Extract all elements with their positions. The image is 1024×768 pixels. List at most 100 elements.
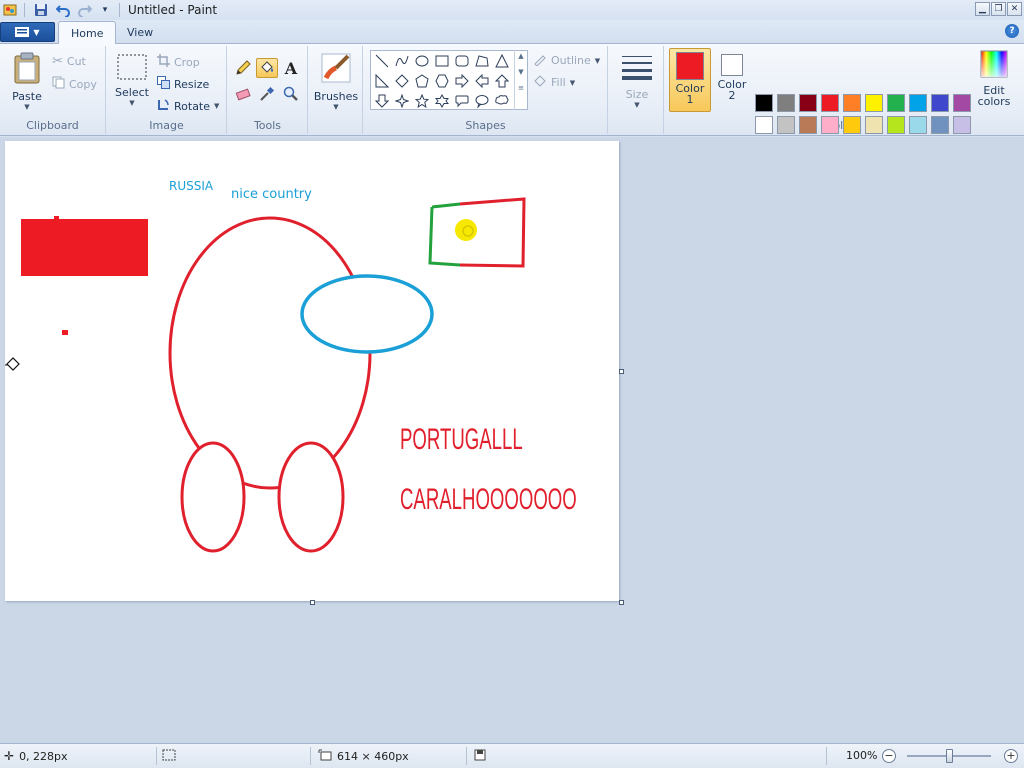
tab-home[interactable]: Home <box>58 21 117 44</box>
polygon-shape-icon[interactable] <box>473 52 491 70</box>
pentagon-shape-icon[interactable] <box>413 72 431 90</box>
palette-color-swatch[interactable] <box>865 116 883 134</box>
palette-color-swatch[interactable] <box>755 94 773 112</box>
close-icon[interactable]: ✕ <box>1007 2 1022 16</box>
paint-app-icon[interactable] <box>2 2 18 18</box>
color1-button[interactable]: Color 1 <box>669 48 711 112</box>
title-bar: ▾ Untitled - Paint ▁ ❐ ✕ <box>0 0 1024 20</box>
select-label: Select <box>115 86 149 99</box>
ribbon-tab-row: ▼ Home View ? <box>0 20 1024 44</box>
palette-color-swatch[interactable] <box>887 116 905 134</box>
resize-button[interactable]: Resize <box>157 76 209 92</box>
chevron-down-icon: ▼ <box>594 56 601 65</box>
palette-color-swatch[interactable] <box>931 116 949 134</box>
five-point-star-shape-icon[interactable] <box>413 92 431 110</box>
pencil-icon[interactable] <box>232 58 254 78</box>
brushes-button[interactable]: Brushes ▼ <box>313 52 359 111</box>
rectangle-shape-icon[interactable] <box>433 52 451 70</box>
palette-color-swatch[interactable] <box>865 94 883 112</box>
zoom-out-icon[interactable]: − <box>882 749 896 763</box>
expand-gallery-icon[interactable]: ≡ <box>515 84 527 92</box>
paint-menu-button[interactable]: ▼ <box>0 22 55 42</box>
canvas-size-status: 614 × 460px <box>318 749 409 764</box>
color2-button[interactable]: Color 2 <box>711 48 753 112</box>
up-arrow-shape-icon[interactable] <box>493 72 511 90</box>
palette-color-swatch[interactable] <box>843 116 861 134</box>
text-tool-icon[interactable]: A <box>280 58 302 78</box>
oval-callout-shape-icon[interactable] <box>473 92 491 110</box>
crop-button[interactable]: Crop <box>157 54 200 70</box>
six-point-star-shape-icon[interactable] <box>433 92 451 110</box>
shapes-scrollbar[interactable]: ▲ ▼ ≡ <box>514 50 527 110</box>
palette-color-swatch[interactable] <box>821 94 839 112</box>
paste-label: Paste <box>12 90 42 103</box>
oval-shape-icon[interactable] <box>413 52 431 70</box>
palette-color-swatch[interactable] <box>755 116 773 134</box>
minimize-icon[interactable]: ▁ <box>975 2 990 16</box>
eraser-icon[interactable] <box>232 84 254 104</box>
save-icon[interactable] <box>33 2 49 18</box>
rounded-callout-shape-icon[interactable] <box>453 92 471 110</box>
edit-colors-button[interactable]: Edit colors <box>974 50 1014 108</box>
palette-color-swatch[interactable] <box>953 116 971 134</box>
zoom-in-icon[interactable]: + <box>1004 749 1018 763</box>
undo-icon[interactable] <box>55 2 71 18</box>
magnifier-icon[interactable] <box>280 84 302 104</box>
cut-button[interactable]: ✂ Cut <box>52 54 86 69</box>
zoom-slider-thumb[interactable] <box>946 749 953 763</box>
cloud-callout-shape-icon[interactable] <box>493 92 511 110</box>
palette-color-swatch[interactable] <box>777 116 795 134</box>
scroll-up-icon[interactable]: ▲ <box>515 52 527 60</box>
chevron-down-icon: ▼ <box>24 103 30 111</box>
select-button[interactable]: Select ▼ <box>113 54 151 107</box>
shapes-group-label: Shapes <box>465 119 506 132</box>
tab-view[interactable]: View <box>115 21 165 44</box>
fill-bucket-icon[interactable] <box>256 58 278 78</box>
paste-button[interactable]: Paste ▼ <box>8 52 46 111</box>
help-icon[interactable]: ? <box>1005 24 1019 38</box>
left-arrow-shape-icon[interactable] <box>473 72 491 90</box>
clipboard-group: Paste ▼ ✂ Cut Copy Clipboard <box>0 46 106 134</box>
restore-icon[interactable]: ❐ <box>991 2 1006 16</box>
palette-color-swatch[interactable] <box>931 94 949 112</box>
hexagon-shape-icon[interactable] <box>433 72 451 90</box>
chevron-down-icon: ▼ <box>33 27 40 37</box>
redo-icon[interactable] <box>77 2 93 18</box>
palette-color-swatch[interactable] <box>777 94 795 112</box>
four-point-star-shape-icon[interactable] <box>393 92 411 110</box>
palette-color-swatch[interactable] <box>909 116 927 134</box>
window-controls: ▁ ❐ ✕ <box>975 2 1022 16</box>
resize-handle-right[interactable] <box>619 369 624 374</box>
fill-button[interactable]: Fill ▼ <box>533 74 575 91</box>
palette-color-swatch[interactable] <box>953 94 971 112</box>
drawing-canvas[interactable]: RUSSIA nice country PORTUGALLL CARALHOOO… <box>5 141 619 601</box>
copy-button[interactable]: Copy <box>52 76 97 92</box>
rotate-button[interactable]: Rotate ▼ <box>157 98 219 114</box>
scroll-down-icon[interactable]: ▼ <box>515 68 527 76</box>
down-arrow-shape-icon[interactable] <box>373 92 391 110</box>
separator <box>156 747 157 765</box>
palette-color-swatch[interactable] <box>821 116 839 134</box>
diamond-shape-icon[interactable] <box>393 72 411 90</box>
outline-button[interactable]: Outline ▼ <box>533 52 600 69</box>
customize-quick-access-icon[interactable]: ▾ <box>97 2 113 18</box>
curve-shape-icon[interactable] <box>393 52 411 70</box>
file-size-status <box>474 749 486 764</box>
right-leg-drawing <box>277 441 345 553</box>
triangle-shape-icon[interactable] <box>493 52 511 70</box>
rounded-rectangle-shape-icon[interactable] <box>453 52 471 70</box>
resize-handle-corner[interactable] <box>619 600 624 605</box>
palette-color-swatch[interactable] <box>843 94 861 112</box>
palette-color-swatch[interactable] <box>909 94 927 112</box>
palette-color-swatch[interactable] <box>799 116 817 134</box>
size-button[interactable]: Size ▼ <box>617 52 657 109</box>
right-triangle-shape-icon[interactable] <box>373 72 391 90</box>
palette-color-swatch[interactable] <box>887 94 905 112</box>
right-arrow-shape-icon[interactable] <box>453 72 471 90</box>
line-shape-icon[interactable] <box>373 52 391 70</box>
palette-color-swatch[interactable] <box>799 94 817 112</box>
resize-handle-bottom[interactable] <box>310 600 315 605</box>
rotate-icon <box>157 98 170 114</box>
color-picker-icon[interactable] <box>256 84 278 104</box>
size-group: Size ▼ <box>609 46 664 134</box>
